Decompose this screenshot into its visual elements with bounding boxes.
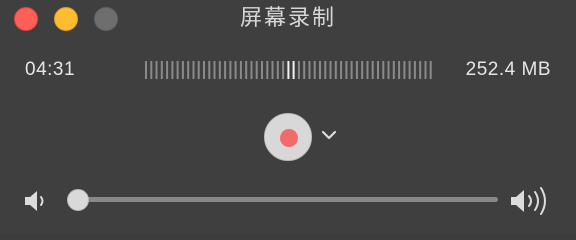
meter-tick: [408, 61, 411, 79]
meter-tick: [250, 61, 253, 79]
meter-tick: [213, 61, 216, 79]
meter-tick: [334, 61, 337, 79]
meter-tick: [424, 61, 427, 79]
speaker-low-icon[interactable]: [22, 188, 50, 214]
meter-tick: [239, 61, 242, 79]
meter-tick: [218, 61, 221, 79]
meter-tick: [319, 61, 321, 79]
meter-tick: [155, 61, 158, 79]
meter-tick: [377, 61, 379, 79]
meter-tick: [413, 61, 416, 79]
meter-tick: [303, 61, 306, 79]
meter-tick: [234, 61, 237, 79]
file-size: 252.4 MB: [465, 59, 551, 80]
meter-tick: [371, 61, 374, 79]
meter-tick: [419, 61, 422, 79]
meter-tick: [403, 61, 406, 79]
meter-tick: [398, 61, 401, 79]
meter-tick: [145, 61, 147, 79]
meter-tick: [340, 61, 343, 79]
meter-tick: [282, 61, 285, 79]
meter-tick: [292, 61, 295, 79]
screen-recording-window: 屏幕录制 04:31 252.4 MB: [0, 0, 576, 234]
meter-tick: [271, 61, 274, 79]
volume-slider-track[interactable]: [76, 197, 498, 202]
record-icon: [280, 129, 298, 147]
volume-slider-knob[interactable]: [67, 189, 89, 211]
meter-tick: [197, 61, 200, 79]
meter-tick: [329, 61, 332, 79]
speaker-high-icon[interactable]: [508, 186, 554, 216]
meter-tick: [382, 61, 385, 79]
elapsed-time: 04:31: [25, 59, 76, 80]
audio-level-meter: [145, 61, 432, 79]
meter-tick: [150, 61, 153, 79]
meter-tick: [208, 61, 211, 79]
meter-tick: [245, 61, 248, 79]
meter-tick: [176, 61, 179, 79]
meter-tick: [350, 61, 353, 79]
meter-tick: [355, 61, 358, 79]
meter-tick: [166, 61, 169, 79]
meter-tick: [203, 61, 205, 79]
meter-tick: [392, 61, 395, 79]
title-bar[interactable]: 屏幕录制: [0, 0, 576, 38]
chevron-down-icon[interactable]: [320, 128, 338, 142]
meter-tick: [192, 61, 195, 79]
meter-tick: [224, 61, 227, 79]
meter-tick: [361, 61, 364, 79]
record-button[interactable]: [264, 113, 312, 161]
meter-tick: [387, 61, 390, 79]
meter-tick: [366, 61, 369, 79]
meter-tick: [261, 61, 263, 79]
meter-tick: [160, 61, 163, 79]
meter-tick: [229, 61, 232, 79]
meter-tick: [171, 61, 174, 79]
meter-tick: [308, 61, 311, 79]
meter-tick: [181, 61, 184, 79]
meter-tick: [324, 61, 327, 79]
meter-tick: [255, 61, 258, 79]
meter-tick: [429, 61, 432, 79]
meter-tick: [276, 61, 279, 79]
window-title: 屏幕录制: [239, 6, 336, 31]
meter-tick: [266, 61, 269, 79]
meter-tick: [187, 61, 190, 79]
meter-tick: [345, 61, 348, 79]
meter-tick: [287, 61, 290, 79]
meter-tick: [297, 61, 300, 79]
meter-tick: [313, 61, 316, 79]
